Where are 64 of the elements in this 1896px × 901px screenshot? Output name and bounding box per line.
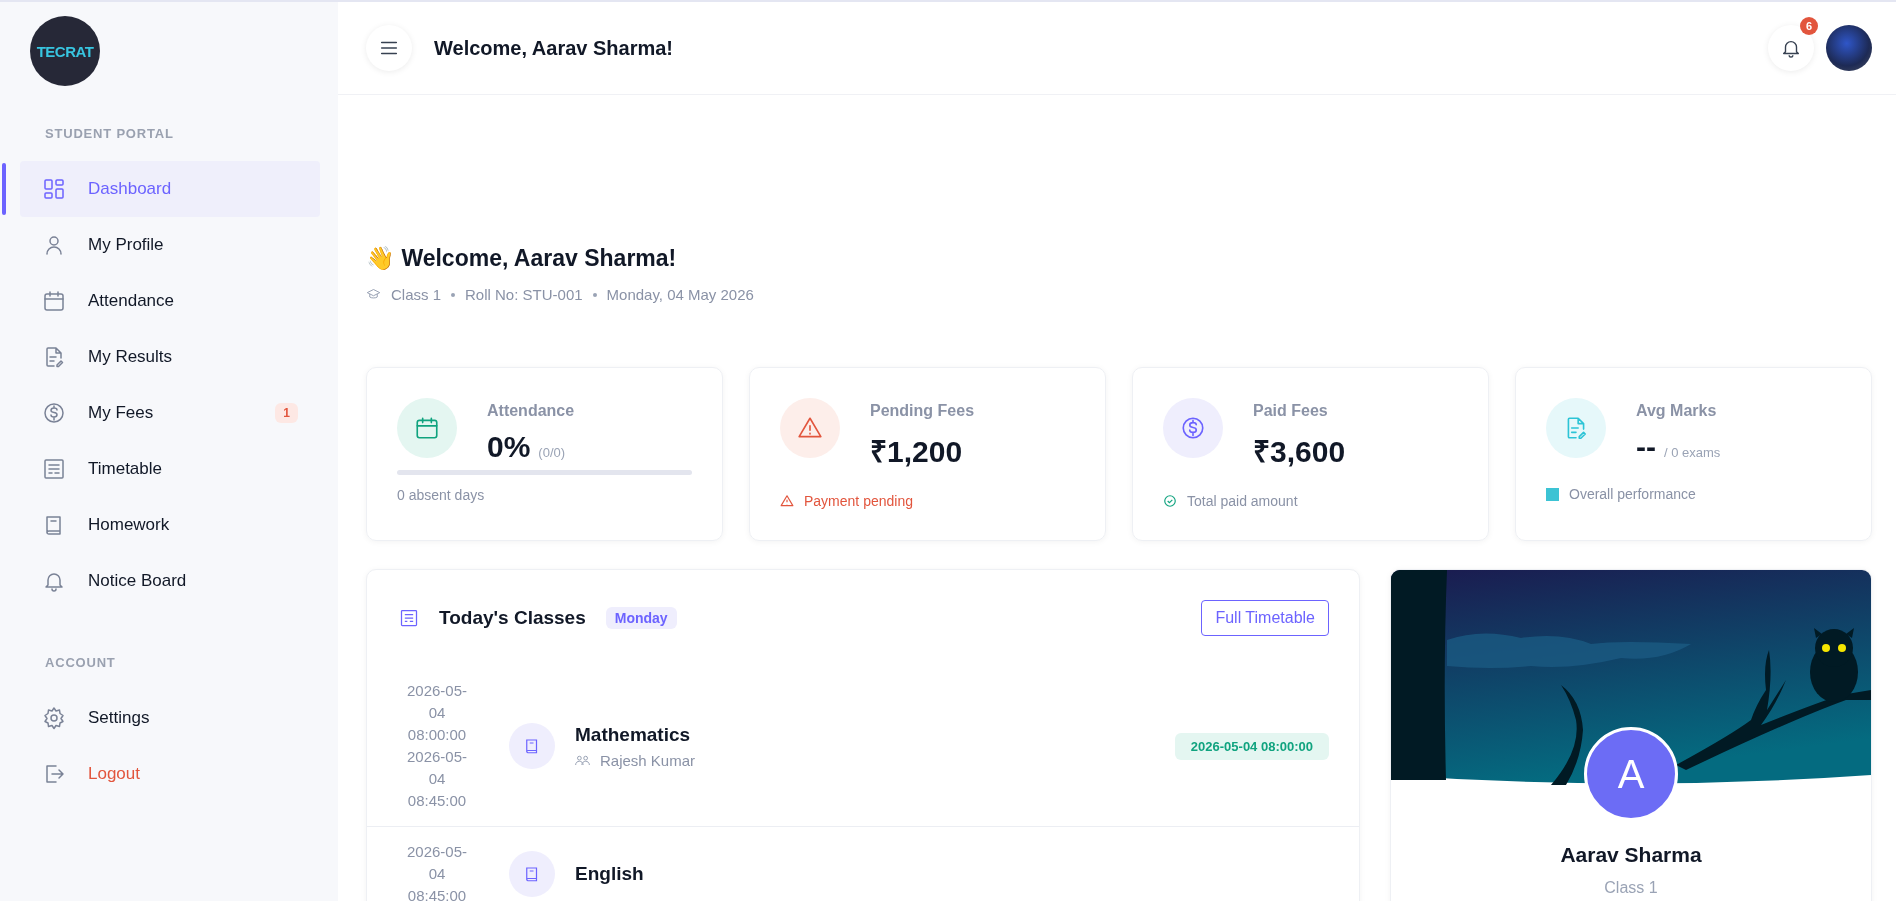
sidebar-item[interactable]: Notice Board <box>20 553 320 609</box>
card-title: Today's Classes <box>439 607 586 629</box>
stat-value: ₹3,600 <box>1253 434 1346 470</box>
meta-text: Class 1 <box>391 286 442 303</box>
notification-count: 6 <box>1800 17 1818 35</box>
square-icon <box>1546 487 1559 501</box>
profile-name: Aarav Sharma <box>1560 843 1702 867</box>
table-icon <box>42 457 66 481</box>
count-badge: 1 <box>275 403 298 423</box>
avatar-placeholder[interactable] <box>1826 25 1872 71</box>
sidebar-item[interactable]: Logout <box>20 746 320 802</box>
class-time: 2026-05-04 08:45:00 <box>405 842 468 901</box>
stat-footer-text: Overall performance <box>1569 486 1696 502</box>
page-title: Welcome, Aarav Sharma! <box>434 36 673 60</box>
settings-icon <box>42 706 66 730</box>
avatar-initial: A <box>1584 727 1678 821</box>
teacher-name: Rajesh Kumar <box>600 751 696 769</box>
stat-footer-text: 0 absent days <box>397 487 485 503</box>
calendar-icon <box>414 415 440 441</box>
profile-class: Class 1 <box>1604 879 1658 897</box>
stat-label: Attendance <box>487 402 575 420</box>
sidebar-item[interactable]: Settings <box>20 690 320 746</box>
full-timetable-button[interactable]: Full Timetable <box>1201 600 1329 636</box>
sidebar-item[interactable]: Attendance <box>20 273 320 329</box>
active-indicator <box>2 163 6 215</box>
separator-dot <box>592 292 597 297</box>
logo: TECRAT <box>30 16 100 86</box>
sidebar-item[interactable]: Dashboard <box>20 161 320 217</box>
stat-footer-text: Total paid amount <box>1187 493 1298 509</box>
dashboard-icon <box>42 177 66 201</box>
calendar-icon <box>42 289 66 313</box>
stat-footer-text: Payment pending <box>804 493 913 509</box>
stat-subtext: / 0 exams <box>1664 445 1721 460</box>
stat-value: -- <box>1636 430 1656 464</box>
section-label: ACCOUNT <box>45 655 117 670</box>
sidebar-item[interactable]: My Results <box>20 329 320 385</box>
stat-label: Avg Marks <box>1636 402 1718 420</box>
stat-subtext: (0/0) <box>538 445 566 460</box>
welcome-heading: 👋 Welcome, Aarav Sharma! <box>366 245 678 272</box>
meta-text: Monday, 04 May 2026 <box>606 286 754 303</box>
separator-dot <box>451 292 456 297</box>
graduation-cap-icon <box>366 287 381 302</box>
dollar-icon <box>42 401 66 425</box>
dollar-icon <box>1180 415 1206 441</box>
warning-icon <box>780 494 794 508</box>
check-circle-icon <box>1163 494 1177 508</box>
people-icon <box>575 754 590 766</box>
menu-button[interactable] <box>366 25 412 71</box>
timetable-icon <box>399 608 419 628</box>
stat-value: ₹1,200 <box>870 434 963 470</box>
sidebar-item[interactable]: My Fees 1 <box>20 385 320 441</box>
sidebar-item[interactable]: Homework <box>20 497 320 553</box>
sidebar-item[interactable]: Timetable <box>20 441 320 497</box>
time-badge: 2026-05-04 08:00:00 <box>1174 732 1329 760</box>
class-time: 2026-05-04 08:00:00 2026-05-04 08:45:00 <box>405 681 468 811</box>
stat-value: 0% <box>487 430 531 464</box>
sidebar-item[interactable]: My Profile <box>20 217 320 273</box>
subject-name: English <box>575 863 644 885</box>
day-badge: Monday <box>605 607 677 629</box>
section-label: STUDENT PORTAL <box>45 126 175 141</box>
stat-label: Paid Fees <box>1253 402 1329 420</box>
meta-text: Roll No: STU-001 <box>465 286 583 303</box>
stat-label: Pending Fees <box>870 402 975 420</box>
subject-name: Mathematics <box>575 723 692 746</box>
